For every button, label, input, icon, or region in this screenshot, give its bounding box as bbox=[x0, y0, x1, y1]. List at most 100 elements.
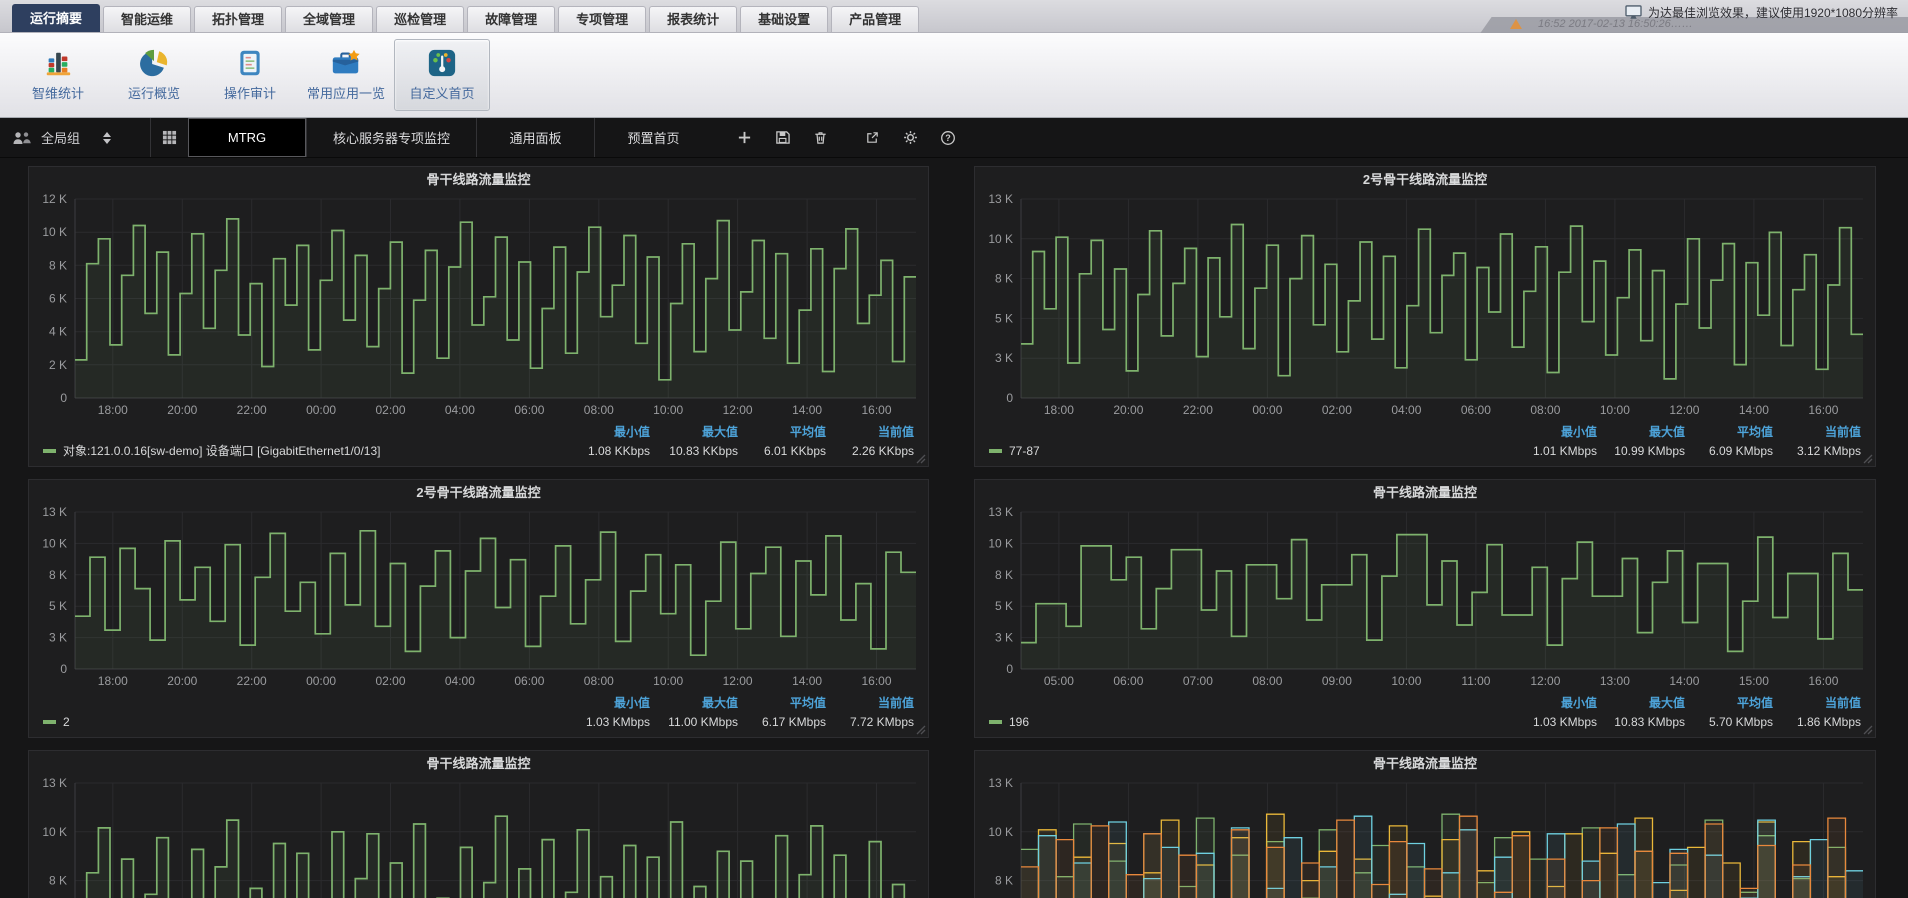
legend-series[interactable]: 77-87 bbox=[989, 444, 1501, 458]
stat-min-value: 1.08 KKbps bbox=[554, 444, 650, 458]
resize-grip[interactable] bbox=[1863, 454, 1873, 464]
resize-grip[interactable] bbox=[1863, 725, 1873, 735]
legend-series[interactable]: 196 bbox=[989, 715, 1501, 729]
stat-min-value: 1.01 KMbps bbox=[1501, 444, 1597, 458]
app-item-custom-home[interactable]: 自定义首页 bbox=[394, 39, 490, 111]
panel-title[interactable]: 骨干线路流量监控 bbox=[975, 751, 1875, 775]
svg-text:2 K: 2 K bbox=[49, 358, 67, 372]
svg-text:0: 0 bbox=[1006, 662, 1013, 676]
series-color-swatch bbox=[43, 720, 56, 724]
monitor-icon bbox=[1625, 5, 1642, 20]
app-item-common-apps[interactable]: 常用应用一览 bbox=[298, 39, 394, 111]
delete-dashboard-button[interactable] bbox=[806, 124, 834, 152]
series-name: 77-87 bbox=[1009, 444, 1040, 458]
svg-text:07:00: 07:00 bbox=[1183, 674, 1213, 688]
nav-tab-fault-mgmt[interactable]: 故障管理 bbox=[467, 6, 555, 32]
dashboard-settings-button[interactable] bbox=[896, 124, 924, 152]
line-chart[interactable]: 13 K10 K8 K5 K3 K005:0006:0007:0008:0009… bbox=[975, 504, 1875, 691]
panel-title[interactable]: 骨干线路流量监控 bbox=[29, 751, 928, 775]
nav-tab-operation-summary[interactable]: 运行摘要 bbox=[12, 4, 100, 32]
dashboard-tab-core-servers[interactable]: 核心服务器专项监控 bbox=[306, 118, 476, 157]
top-menu-bar: 运行摘要 智能运维 拓扑管理 全域管理 巡检管理 故障管理 专项管理 报表统计 … bbox=[0, 0, 1908, 33]
svg-text:10 K: 10 K bbox=[988, 232, 1013, 246]
custom-home-gauge-icon bbox=[426, 48, 458, 78]
panel-title[interactable]: 骨干线路流量监控 bbox=[975, 480, 1875, 504]
svg-text:10 K: 10 K bbox=[988, 825, 1013, 839]
panel-title[interactable]: 2号骨干线路流量监控 bbox=[29, 480, 928, 504]
stat-min-value: 1.03 KMbps bbox=[1501, 715, 1597, 729]
legend-series[interactable]: 对象:121.0.0.16[sw-demo] 设备端口 [GigabitEthe… bbox=[43, 442, 554, 459]
stat-header-max: 最大值 bbox=[1597, 694, 1685, 711]
dashboard-tab-general-panel[interactable]: 通用面板 bbox=[476, 118, 594, 157]
nav-tab-intelligent-ops[interactable]: 智能运维 bbox=[103, 6, 191, 32]
help-icon: ? bbox=[940, 130, 956, 146]
open-external-button[interactable] bbox=[858, 124, 886, 152]
svg-text:8 K: 8 K bbox=[995, 272, 1013, 286]
spinner-arrows-icon[interactable] bbox=[103, 132, 111, 144]
svg-text:13 K: 13 K bbox=[42, 776, 67, 790]
svg-text:00:00: 00:00 bbox=[1252, 403, 1282, 417]
add-panel-button[interactable] bbox=[730, 124, 758, 152]
resize-grip[interactable] bbox=[916, 725, 926, 735]
nav-tab-basic-settings[interactable]: 基础设置 bbox=[740, 6, 828, 32]
app-item-audit[interactable]: 操作审计 bbox=[202, 39, 298, 111]
stat-current-value: 2.26 KKbps bbox=[826, 444, 914, 458]
svg-text:5 K: 5 K bbox=[995, 599, 1013, 613]
panel-title[interactable]: 2号骨干线路流量监控 bbox=[975, 167, 1875, 191]
stat-header-avg: 平均值 bbox=[1685, 423, 1773, 440]
app-item-label: 自定义首页 bbox=[409, 83, 474, 102]
svg-text:12 K: 12 K bbox=[42, 192, 67, 206]
panel-title[interactable]: 骨干线路流量监控 bbox=[29, 167, 928, 191]
svg-text:14:00: 14:00 bbox=[792, 674, 822, 688]
svg-text:10:00: 10:00 bbox=[1391, 674, 1421, 688]
svg-text:18:00: 18:00 bbox=[98, 674, 128, 688]
svg-text:8 K: 8 K bbox=[995, 874, 1013, 888]
svg-text:10:00: 10:00 bbox=[653, 674, 683, 688]
svg-text:04:00: 04:00 bbox=[1391, 403, 1421, 417]
stat-header-avg: 平均值 bbox=[1685, 694, 1773, 711]
nav-tab-global-mgmt[interactable]: 全域管理 bbox=[285, 6, 373, 32]
layout-grid-button[interactable] bbox=[150, 118, 188, 157]
svg-text:5 K: 5 K bbox=[995, 311, 1013, 325]
svg-text:22:00: 22:00 bbox=[237, 403, 267, 417]
app-item-label: 操作审计 bbox=[224, 83, 276, 102]
stat-avg-value: 6.09 KMbps bbox=[1685, 444, 1773, 458]
svg-text:3 K: 3 K bbox=[995, 351, 1013, 365]
nav-tab-topology[interactable]: 拓扑管理 bbox=[194, 6, 282, 32]
svg-text:16:00: 16:00 bbox=[861, 674, 891, 688]
pie-overview-icon bbox=[138, 48, 170, 78]
group-selector[interactable]: 全局组 bbox=[0, 118, 150, 157]
line-chart[interactable]: 13 K10 K8 K5 K3 K018:0020:0022:0000:0002… bbox=[975, 191, 1875, 420]
panel-trunk-traffic-6: 骨干线路流量监控 13 K10 K8 K5 K3 K0 bbox=[974, 750, 1876, 898]
line-chart[interactable]: 12 K10 K8 K6 K4 K2 K018:0020:0022:0000:0… bbox=[29, 191, 928, 420]
dashboard-tab-preset-home[interactable]: 预置首页 bbox=[594, 118, 712, 157]
help-button[interactable]: ? bbox=[934, 124, 962, 152]
stat-avg-value: 6.17 KMbps bbox=[738, 715, 826, 729]
legend-series[interactable]: 2 bbox=[43, 715, 554, 729]
line-chart[interactable]: 13 K10 K8 K5 K3 K0 bbox=[29, 775, 928, 898]
nav-tab-special-mgmt[interactable]: 专项管理 bbox=[558, 6, 646, 32]
svg-text:12:00: 12:00 bbox=[723, 674, 753, 688]
audit-log-icon bbox=[234, 48, 266, 78]
save-dashboard-button[interactable] bbox=[768, 124, 796, 152]
svg-text:13 K: 13 K bbox=[42, 505, 67, 519]
chart-legend: 最小值 最大值 平均值 当前值 2 1.03 KMbps 11.00 KMbps… bbox=[29, 691, 928, 737]
svg-text:14:00: 14:00 bbox=[792, 403, 822, 417]
stat-current-value: 3.12 KMbps bbox=[1773, 444, 1861, 458]
app-item-run-overview[interactable]: 运行概览 bbox=[106, 39, 202, 111]
multi-line-chart[interactable]: 13 K10 K8 K5 K3 K0 bbox=[975, 775, 1875, 898]
stat-header-min: 最小值 bbox=[554, 423, 650, 440]
svg-text:3 K: 3 K bbox=[995, 631, 1013, 645]
nav-tab-product-mgmt[interactable]: 产品管理 bbox=[831, 6, 919, 32]
chart-legend: 最小值 最大值 平均值 当前值 196 1.03 KMbps 10.83 KMb… bbox=[975, 691, 1875, 737]
svg-text:05:00: 05:00 bbox=[1044, 674, 1074, 688]
warning-icon bbox=[1510, 19, 1522, 29]
nav-tab-report-stats[interactable]: 报表统计 bbox=[649, 6, 737, 32]
line-chart[interactable]: 13 K10 K8 K5 K3 K018:0020:0022:0000:0002… bbox=[29, 504, 928, 691]
grid-icon bbox=[162, 130, 177, 145]
app-item-ops-stats[interactable]: 智维统计 bbox=[10, 39, 106, 111]
svg-text:09:00: 09:00 bbox=[1322, 674, 1352, 688]
nav-tab-inspection[interactable]: 巡检管理 bbox=[376, 6, 464, 32]
dashboard-tab-mtrg[interactable]: MTRG bbox=[188, 118, 306, 157]
resize-grip[interactable] bbox=[916, 454, 926, 464]
